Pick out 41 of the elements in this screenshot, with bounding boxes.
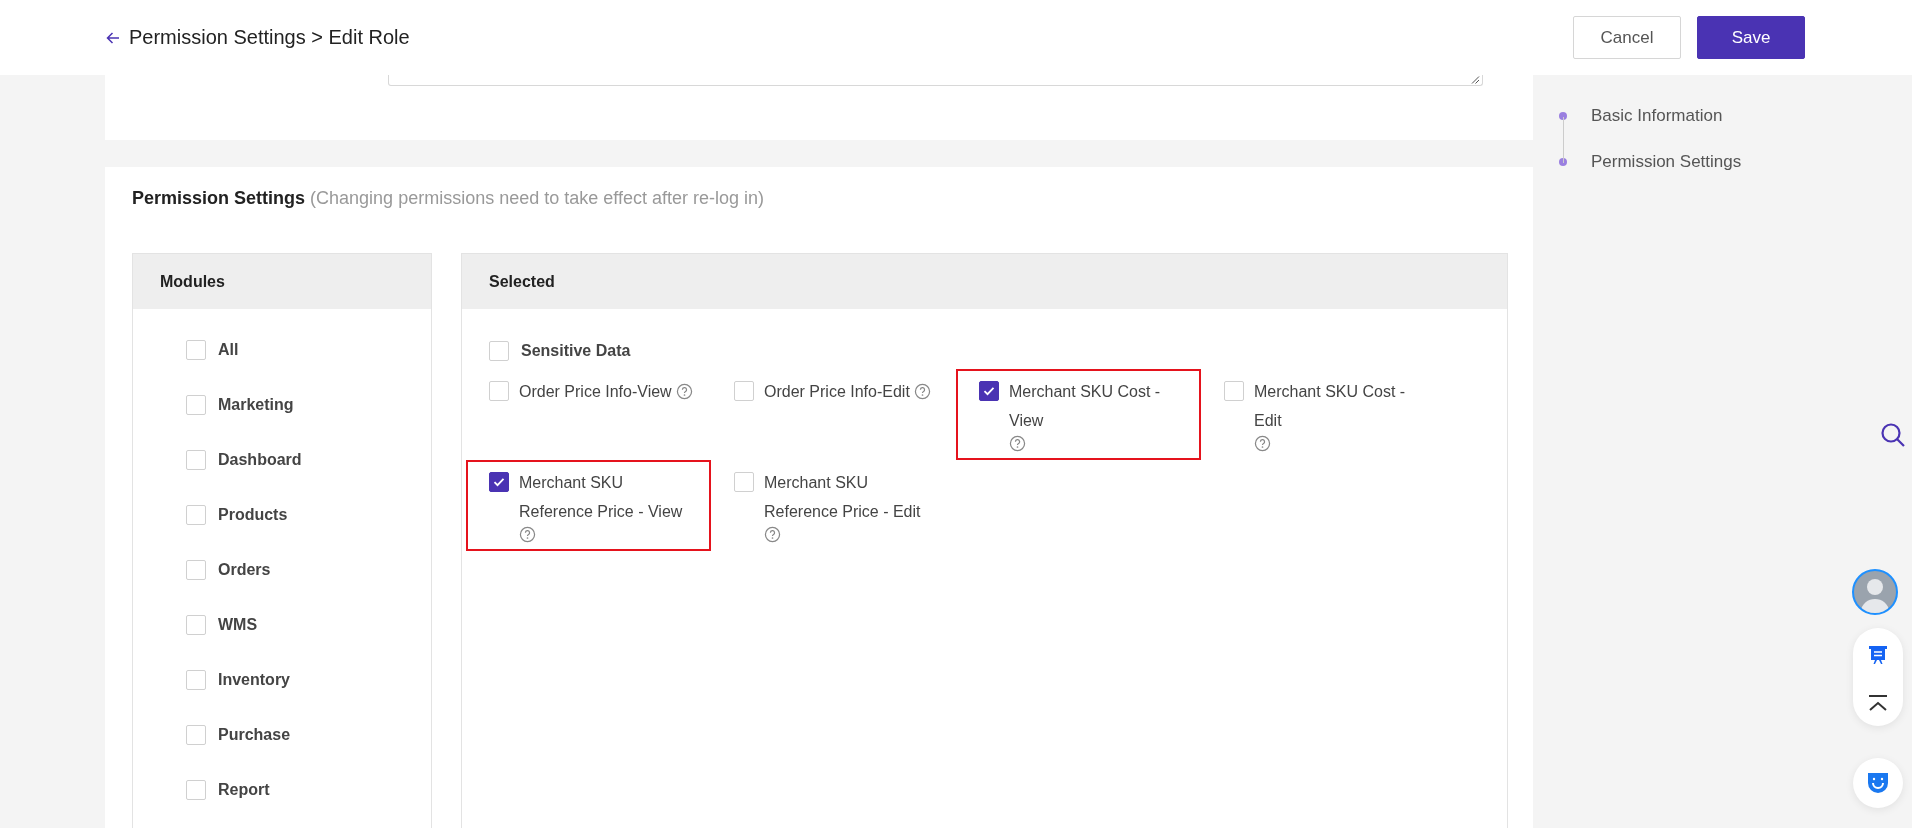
permission-label[interactable]: Order Price Info-View: [519, 377, 672, 406]
permission-label[interactable]: Merchant SKU Cost - View: [1009, 377, 1187, 435]
anchor-dot: [1559, 158, 1567, 166]
permission-label[interactable]: Merchant SKU Reference Price - View: [519, 468, 697, 526]
checkbox[interactable]: [489, 472, 509, 492]
cancel-button[interactable]: Cancel: [1573, 16, 1681, 59]
help-icon[interactable]: [519, 526, 536, 543]
module-label[interactable]: Dashboard: [218, 450, 302, 469]
module-label[interactable]: Orders: [218, 560, 271, 579]
help-icon[interactable]: [913, 383, 931, 400]
module-label[interactable]: Marketing: [218, 395, 294, 414]
feedback-icon[interactable]: [1866, 643, 1890, 667]
anchor-link[interactable]: Basic Information: [1591, 106, 1723, 126]
group-label[interactable]: Sensitive Data: [521, 342, 631, 360]
module-label[interactable]: All: [218, 340, 239, 359]
module-label[interactable]: Purchase: [218, 725, 291, 744]
anchor-link[interactable]: Permission Settings: [1591, 152, 1742, 172]
panel-header: Modules: [133, 254, 431, 309]
permission-label[interactable]: Order Price Info-Edit: [764, 377, 910, 406]
module-label[interactable]: Inventory: [218, 670, 290, 689]
section-note: (Changing permissions need to take effect after re-log in): [310, 188, 764, 208]
module-label[interactable]: Report: [218, 780, 270, 799]
support-avatar[interactable]: [1852, 569, 1898, 615]
module-label[interactable]: Products: [218, 505, 288, 524]
permission-label[interactable]: Merchant SKU Reference Price - Edit: [764, 468, 942, 526]
module-label[interactable]: WMS: [218, 615, 258, 634]
section-title: Permission Settings: [132, 188, 306, 208]
back-to-top-icon[interactable]: [1867, 694, 1889, 714]
help-icon[interactable]: [1254, 435, 1271, 452]
help-icon[interactable]: [1009, 435, 1026, 452]
help-icon[interactable]: [675, 383, 693, 400]
resize-grip-icon[interactable]: [1471, 76, 1480, 84]
anchor-dot: [1559, 112, 1567, 120]
smiley-icon[interactable]: [1866, 771, 1890, 795]
permission-label[interactable]: Merchant SKU Cost - Edit: [1254, 377, 1432, 435]
save-button[interactable]: Save: [1697, 16, 1805, 59]
checkbox[interactable]: [979, 381, 999, 401]
page-title: Permission Settings > Edit Role: [129, 26, 411, 49]
help-icon[interactable]: [764, 526, 781, 543]
search-icon[interactable]: [1880, 422, 1906, 448]
panel-header: Selected: [462, 254, 1507, 309]
